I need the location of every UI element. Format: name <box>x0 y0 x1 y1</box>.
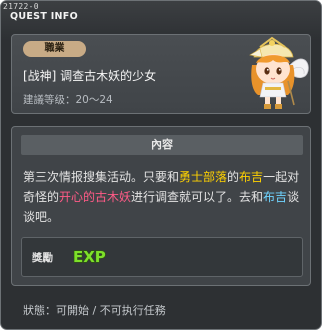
npc-name: 布吉 <box>263 190 288 204</box>
job-tag: 職業 <box>23 41 86 57</box>
quest-info-window: 21722-0 QUEST INFO 職業 [战神] 调查古木妖的少女 建議等级… <box>0 0 322 330</box>
quest-summary-panel: 職業 [战神] 调查古木妖的少女 建議等级：20～24 <box>11 34 311 114</box>
place-link: 勇士部落 <box>179 170 228 184</box>
reward-label: 獎勵 <box>32 252 53 264</box>
exp-icon: EXP <box>72 247 106 266</box>
window-title: QUEST INFO <box>10 11 78 22</box>
reward-box: 獎勵 EXP <box>21 237 303 277</box>
quest-id: 21722-0 <box>3 2 39 11</box>
quest-name: [战神] 调查古木妖的少女 <box>23 69 157 83</box>
quest-status: 狀態：可開始 / 不可执行任務 <box>23 304 166 317</box>
exp-icon-text: EXP <box>73 248 106 266</box>
npc-name: 布吉 <box>239 170 264 184</box>
quest-content-panel: 內容 第三次情报搜集活动。只要和勇士部落的布吉一起对奇怪的开心的古木妖进行调查就… <box>11 126 311 286</box>
description-text: 进行调查就可以了。去和 <box>131 190 264 204</box>
monster-name: 开心的古木妖 <box>59 190 132 204</box>
description-text: 的 <box>227 170 240 184</box>
quest-description: 第三次情报搜集活动。只要和勇士部落的布吉一起对奇怪的开心的古木妖进行调查就可以了… <box>23 167 307 227</box>
description-text: 第三次情报搜集活动。只要和 <box>23 170 180 184</box>
content-header: 內容 <box>21 135 303 155</box>
npc-portrait-icon <box>249 36 309 109</box>
level-requirement: 建議等级：20～24 <box>23 94 113 106</box>
